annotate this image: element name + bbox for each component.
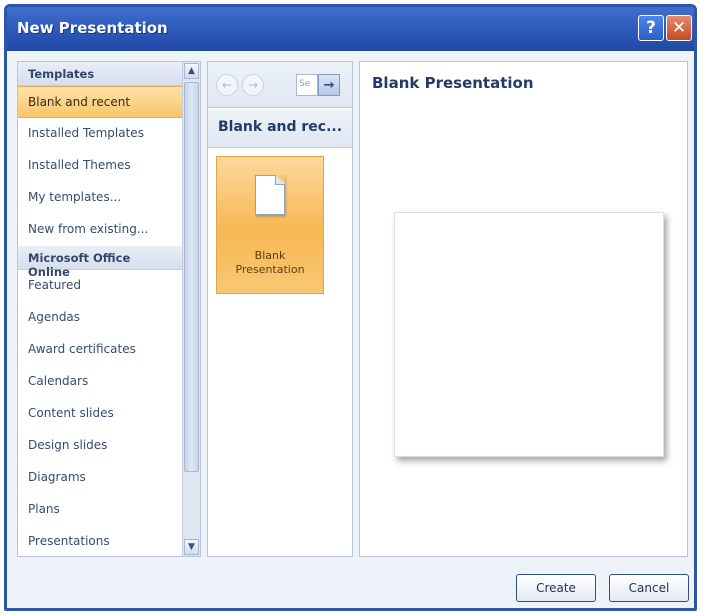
sidebar-item-blank-and-recent[interactable]: Blank and recent (18, 86, 182, 118)
sidebar-item-diagrams[interactable]: Diagrams (18, 462, 182, 494)
back-button[interactable]: ← (216, 74, 238, 96)
create-button[interactable]: Create (516, 574, 596, 602)
sidebar-item-agendas[interactable]: Agendas (18, 302, 182, 334)
template-section-header: Blank and rec... (208, 110, 352, 148)
sidebar-item-my-templates[interactable]: My templates... (18, 182, 182, 214)
help-button[interactable]: ? (638, 15, 664, 41)
sidebar-item-content-slides[interactable]: Content slides (18, 398, 182, 430)
sidebar-item-award-certificates[interactable]: Award certificates (18, 334, 182, 366)
title-bar: New Presentation ? ✕ (7, 7, 694, 51)
sidebar-item-new-from-existing[interactable]: New from existing... (18, 214, 182, 246)
close-button[interactable]: ✕ (666, 15, 692, 41)
sidebar-item-presentations[interactable]: Presentations (18, 526, 182, 556)
dialog-title: New Presentation (17, 19, 168, 37)
sidebar-item-installed-themes[interactable]: Installed Themes (18, 150, 182, 182)
sidebar-item-plans[interactable]: Plans (18, 494, 182, 526)
new-presentation-dialog: New Presentation ? ✕ Templates Blank and… (4, 4, 697, 611)
sidebar-item-calendars[interactable]: Calendars (18, 366, 182, 398)
office-online-header: Microsoft Office Online (18, 246, 182, 279)
forward-arrow-icon: → (247, 78, 259, 92)
preview-title: Blank Presentation (372, 74, 534, 92)
template-tile-label: Blank Presentation (235, 249, 305, 276)
sidebar-item-installed-templates[interactable]: Installed Templates (18, 118, 182, 150)
back-arrow-icon: ← (221, 78, 233, 92)
cancel-button[interactable]: Cancel (609, 574, 689, 602)
slide-preview (394, 212, 664, 457)
scrollbar-thumb[interactable] (184, 82, 199, 472)
blank-document-icon (255, 175, 285, 215)
template-tile-blank-presentation[interactable]: Blank Presentation (216, 156, 324, 294)
category-scrollbar[interactable]: ▲ ▼ (182, 62, 200, 556)
scroll-up-icon[interactable]: ▲ (184, 63, 199, 79)
go-arrow-icon: → (323, 77, 335, 93)
template-toolbar: ← → Se → (208, 62, 352, 108)
close-icon: ✕ (671, 18, 687, 38)
search-go-button[interactable]: → (318, 74, 340, 96)
sidebar-item-design-slides[interactable]: Design slides (18, 430, 182, 462)
templates-header: Templates (18, 62, 182, 86)
category-panel: Templates Blank and recent Installed Tem… (17, 61, 201, 557)
dialog-body: Templates Blank and recent Installed Tem… (13, 57, 688, 557)
search-input[interactable]: Se (296, 74, 318, 96)
template-panel: ← → Se → Blank and rec... Blank Presenta… (207, 61, 353, 557)
help-icon: ? (646, 18, 656, 38)
forward-button[interactable]: → (242, 74, 264, 96)
preview-panel: Blank Presentation (359, 61, 688, 557)
scroll-down-icon[interactable]: ▼ (184, 539, 199, 555)
category-list: Templates Blank and recent Installed Tem… (18, 62, 182, 556)
